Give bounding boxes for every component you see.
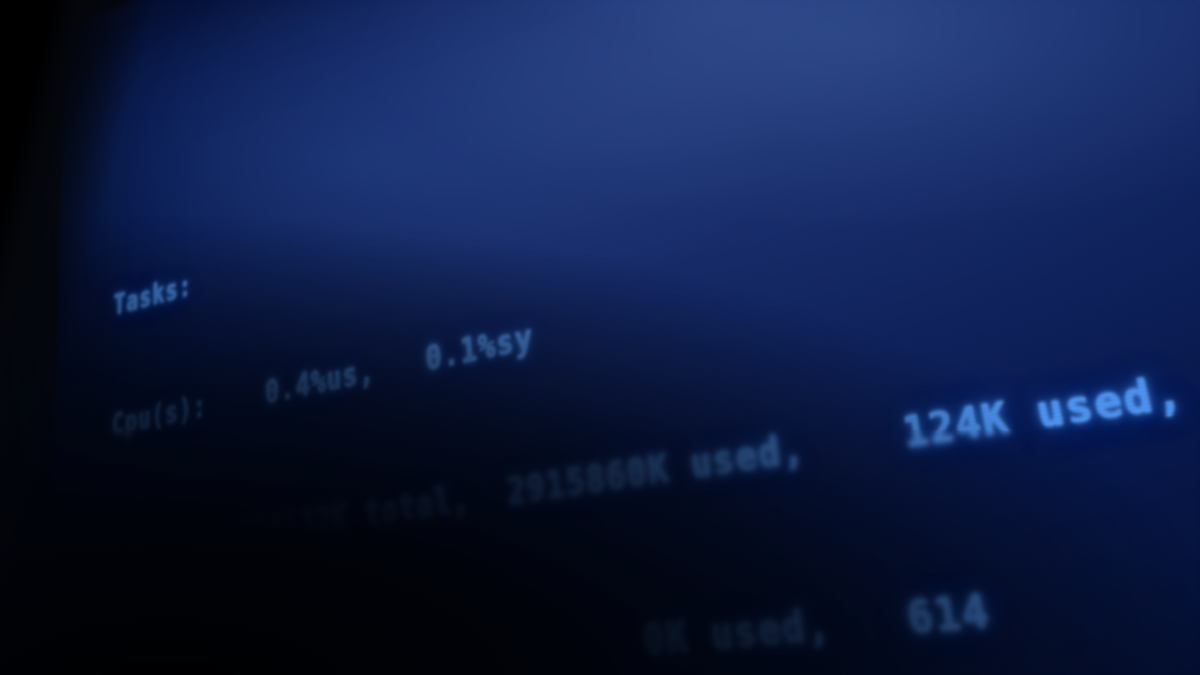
monitor-screen: Tasks: Cpu(s): 0.4%us, 0.1%sy Mem: 30741…	[36, 0, 1200, 675]
monitor-photograph: Tasks: Cpu(s): 0.4%us, 0.1%sy Mem: 30741…	[0, 0, 1200, 675]
summary-line-tasks: Tasks:	[113, 268, 193, 322]
top-summary-block: Tasks: Cpu(s): 0.4%us, 0.1%sy Mem: 30741…	[106, 0, 1200, 675]
perspective-stage: Tasks: Cpu(s): 0.4%us, 0.1%sy Mem: 30741…	[0, 0, 1200, 675]
terminal-output: Tasks: Cpu(s): 0.4%us, 0.1%sy Mem: 30741…	[77, 0, 1200, 675]
